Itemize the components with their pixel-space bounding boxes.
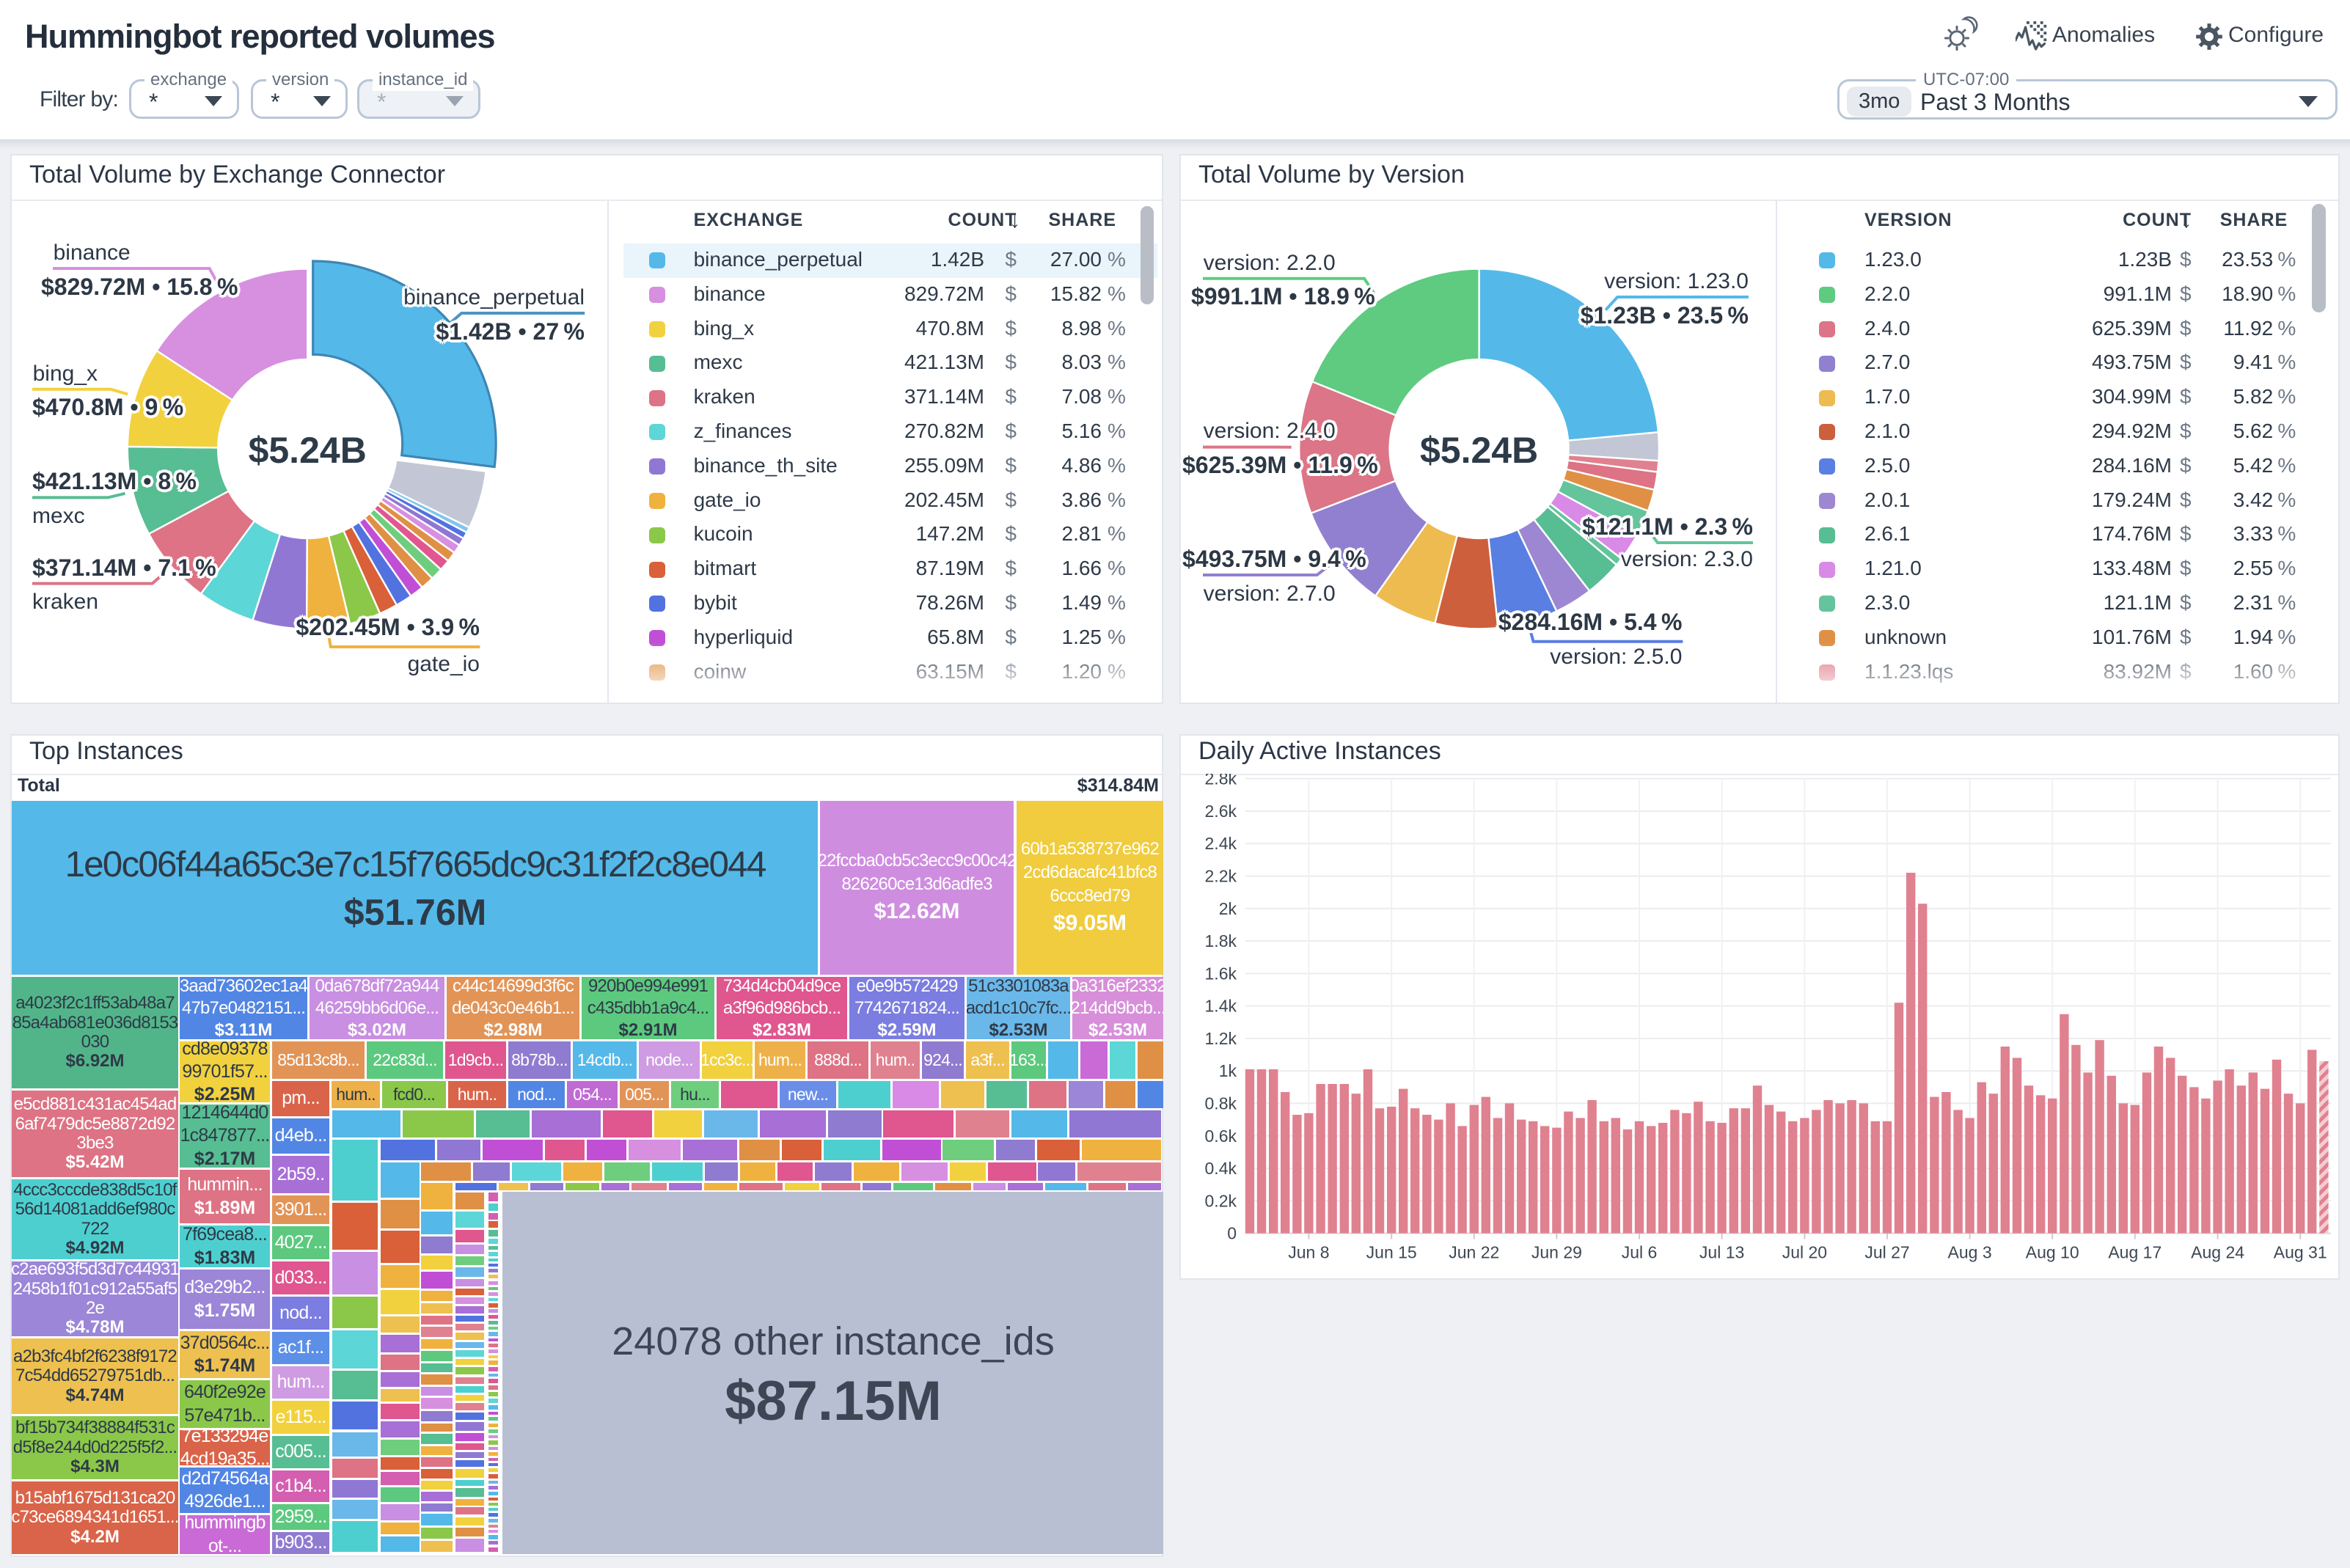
svg-text:2.6k: 2.6k xyxy=(1205,802,1237,821)
svg-text:Jul 6: Jul 6 xyxy=(1622,1243,1658,1262)
svg-text:2.8k: 2.8k xyxy=(1205,774,1237,788)
svg-text:Jul 20: Jul 20 xyxy=(1782,1243,1827,1262)
svg-text:Jun 15: Jun 15 xyxy=(1366,1243,1417,1262)
svg-text:Aug 10: Aug 10 xyxy=(2026,1243,2079,1262)
svg-text:Jun 22: Jun 22 xyxy=(1449,1243,1499,1262)
svg-text:Aug 17: Aug 17 xyxy=(2108,1243,2162,1262)
svg-text:1.6k: 1.6k xyxy=(1205,964,1237,983)
svg-text:0.6k: 0.6k xyxy=(1205,1126,1237,1146)
svg-text:1.8k: 1.8k xyxy=(1205,931,1237,950)
svg-text:0.8k: 0.8k xyxy=(1205,1093,1237,1113)
svg-text:Jun 8: Jun 8 xyxy=(1288,1243,1329,1262)
svg-text:2.2k: 2.2k xyxy=(1205,867,1237,886)
svg-text:Jul 27: Jul 27 xyxy=(1864,1243,1909,1262)
svg-text:1.4k: 1.4k xyxy=(1205,997,1237,1016)
svg-text:Aug 31: Aug 31 xyxy=(2274,1243,2327,1262)
svg-text:0: 0 xyxy=(1227,1224,1237,1243)
svg-text:0.4k: 0.4k xyxy=(1205,1159,1237,1178)
svg-text:2.4k: 2.4k xyxy=(1205,834,1237,853)
svg-text:1.2k: 1.2k xyxy=(1205,1029,1237,1048)
svg-text:2k: 2k xyxy=(1219,899,1237,918)
svg-text:Aug 3: Aug 3 xyxy=(1948,1243,1992,1262)
svg-text:Aug 24: Aug 24 xyxy=(2191,1243,2244,1262)
svg-text:Jul 13: Jul 13 xyxy=(1699,1243,1744,1262)
svg-text:1k: 1k xyxy=(1219,1061,1237,1080)
svg-text:Jun 29: Jun 29 xyxy=(1531,1243,1582,1262)
svg-text:0.2k: 0.2k xyxy=(1205,1191,1237,1210)
